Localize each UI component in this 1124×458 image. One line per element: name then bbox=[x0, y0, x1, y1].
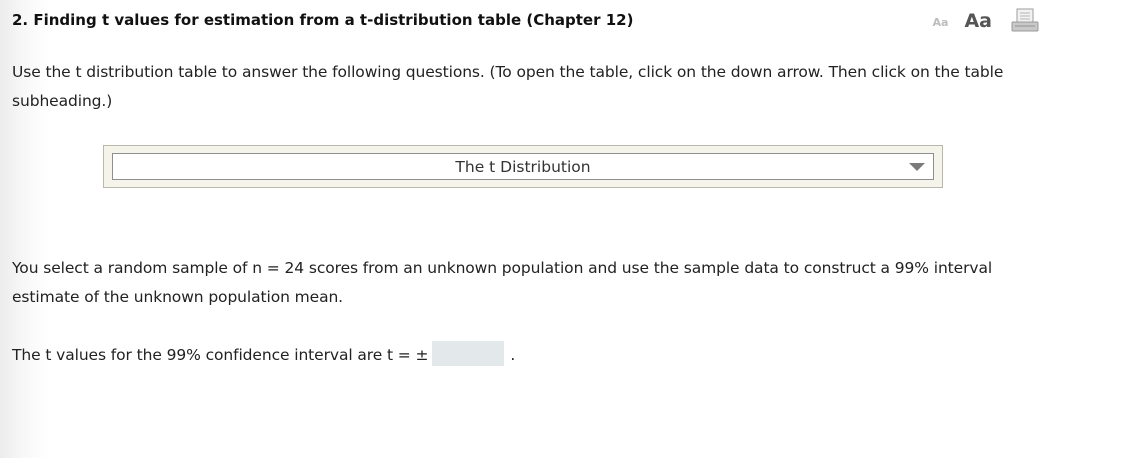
table-dropdown[interactable]: The t Distribution bbox=[112, 153, 934, 180]
font-size-small-button[interactable]: Aa bbox=[933, 16, 949, 29]
answer-prompt-suffix: . bbox=[510, 346, 516, 364]
toolbar: Aa Aa bbox=[933, 8, 1040, 34]
problem-text: You select a random sample of n = 24 sco… bbox=[12, 259, 993, 306]
answer-prompt: The t values for the 99% confidence inte… bbox=[12, 341, 515, 370]
t-value-answer-input[interactable] bbox=[432, 341, 505, 366]
font-size-large-button[interactable]: Aa bbox=[964, 10, 992, 32]
table-dropdown-label: The t Distribution bbox=[455, 158, 591, 176]
question-header: 2. Finding t values for estimation from … bbox=[12, 8, 1112, 34]
question-title: 2. Finding t values for estimation from … bbox=[12, 11, 634, 29]
print-icon[interactable] bbox=[1010, 8, 1040, 34]
chevron-down-icon[interactable] bbox=[909, 163, 925, 171]
instructions-text: Use the t distribution table to answer t… bbox=[12, 63, 1004, 110]
answer-prompt-prefix: The t values for the 99% confidence inte… bbox=[12, 346, 429, 364]
table-dropdown-frame: The t Distribution bbox=[103, 145, 943, 188]
